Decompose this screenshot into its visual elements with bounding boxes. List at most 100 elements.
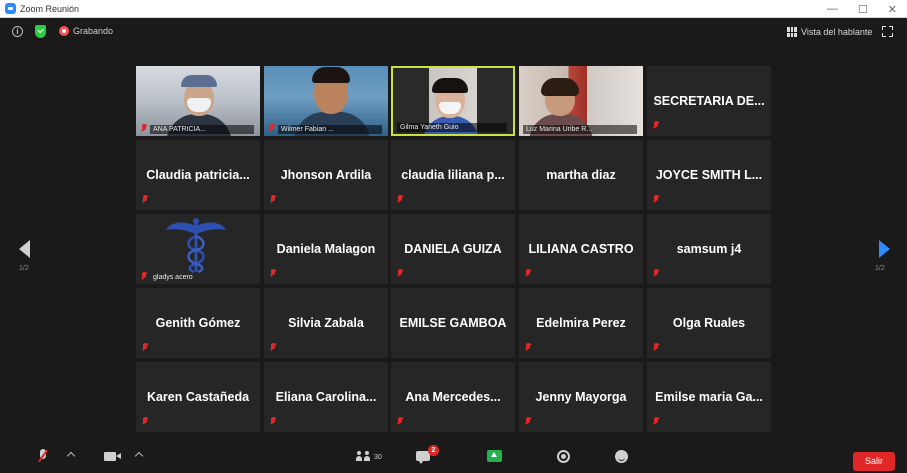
participant-name: Jenny Mayorga (535, 390, 627, 404)
leave-meeting-button[interactable]: Salir (853, 452, 895, 471)
muted-mic-icon (142, 343, 148, 352)
participant-tile[interactable]: Edelmira Perez (519, 288, 643, 358)
previous-page-arrow-icon[interactable] (19, 240, 30, 258)
unmute-microphone-icon[interactable] (37, 449, 49, 465)
reactions-icon[interactable] (615, 450, 628, 463)
participant-tile[interactable]: claudia liliana p... (391, 140, 515, 210)
participant-name: Claudia patricia... (146, 168, 250, 182)
muted-mic-icon (653, 195, 659, 204)
participant-name: Wilmer Fabian ... (278, 125, 382, 134)
participant-tile[interactable]: Karen Castañeda (136, 362, 260, 432)
video-camera-icon[interactable] (104, 452, 121, 461)
muted-mic-icon (653, 269, 659, 278)
participant-tile[interactable]: EMILSE GAMBOA (391, 288, 515, 358)
participant-name: Ana Mercedes... (405, 390, 501, 404)
speaker-view-button[interactable]: Vista del hablante (787, 24, 872, 40)
record-icon[interactable] (557, 450, 570, 463)
recording-label: Grabando (73, 26, 114, 36)
participant-tile[interactable]: Ana Mercedes... (391, 362, 515, 432)
participant-tile[interactable]: Wilmer Fabian ... (264, 66, 388, 136)
participant-name: Edelmira Perez (536, 316, 626, 330)
gallery-view: ANA PATRICIA... Wilmer Fabian ... Gilma … (136, 66, 773, 436)
participant-tile[interactable]: samsum j4 (647, 214, 771, 284)
page-indicator-left: 1/2 (19, 265, 29, 272)
participant-name: Genith Gómez (155, 316, 241, 330)
participant-tile[interactable]: Olga Ruales (647, 288, 771, 358)
muted-mic-icon (142, 417, 148, 426)
muted-mic-icon (653, 343, 659, 352)
muted-mic-icon (397, 417, 403, 426)
maximize-button[interactable]: ☐ (858, 3, 868, 16)
caduceus-logo-icon (166, 218, 226, 274)
participant-name: claudia liliana p... (401, 168, 505, 182)
meeting-topbar: i Grabando Vista del hablante (0, 19, 907, 45)
muted-mic-icon (397, 195, 403, 204)
page-indicator-right: 1/2 (875, 265, 885, 272)
audio-options-chevron-icon[interactable] (66, 451, 76, 461)
minimize-button[interactable]: — (827, 3, 838, 15)
muted-mic-icon (525, 417, 531, 426)
participant-tile[interactable]: Luz Marina Uribe R... (519, 66, 643, 136)
muted-mic-icon (653, 417, 659, 426)
participant-tile[interactable]: Jhonson Ardila (264, 140, 388, 210)
fullscreen-icon[interactable] (882, 26, 893, 37)
next-page-arrow-icon[interactable] (879, 240, 890, 258)
muted-mic-icon (141, 124, 147, 133)
muted-mic-icon (653, 121, 659, 130)
participant-name: Emilse maria Ga... (655, 390, 763, 404)
participant-tile[interactable]: martha diaz (519, 140, 643, 210)
participants-button[interactable]: 30 (356, 451, 382, 461)
muted-mic-icon (397, 269, 403, 278)
chat-unread-badge: 2 (428, 445, 439, 456)
participant-name: Jhonson Ardila (280, 168, 372, 182)
participant-tile[interactable]: Eliana Carolina... (264, 362, 388, 432)
close-button[interactable]: ✕ (888, 3, 897, 16)
share-screen-icon[interactable] (487, 450, 502, 462)
participants-icon (356, 451, 362, 461)
participant-name: samsum j4 (676, 242, 742, 256)
participant-tile[interactable]: ANA PATRICIA... (136, 66, 260, 136)
participant-tile[interactable]: LILIANA CASTRO (519, 214, 643, 284)
security-shield-icon[interactable] (35, 25, 46, 38)
participant-tile[interactable]: SECRETARIA DE... (647, 66, 771, 136)
participant-tile[interactable]: DANIELA GUIZA (391, 214, 515, 284)
muted-mic-icon (525, 343, 531, 352)
participants-icon (364, 451, 370, 461)
recording-icon[interactable] (59, 26, 69, 36)
muted-mic-icon (141, 272, 147, 281)
muted-mic-icon (142, 195, 148, 204)
participant-name: Gilma Yaneth Guio (397, 123, 507, 132)
participant-name: EMILSE GAMBOA (399, 316, 507, 330)
muted-mic-icon (269, 124, 275, 133)
participant-name: martha diaz (546, 168, 616, 182)
participant-name: LILIANA CASTRO (528, 242, 634, 256)
participant-name: SECRETARIA DE... (653, 94, 765, 108)
video-options-chevron-icon[interactable] (134, 451, 144, 461)
participant-tile[interactable]: Genith Gómez (136, 288, 260, 358)
participant-name: ANA PATRICIA... (150, 125, 254, 134)
participant-tile[interactable]: Daniela Malagon (264, 214, 388, 284)
window-title: Zoom Reunión (20, 3, 80, 14)
window-titlebar: Zoom Reunión — ☐ ✕ (0, 0, 907, 18)
participant-tile[interactable]: JOYCE SMITH L... (647, 140, 771, 210)
participant-tile[interactable]: Jenny Mayorga (519, 362, 643, 432)
participant-name: Daniela Malagon (276, 242, 376, 256)
participant-name: DANIELA GUIZA (404, 242, 502, 256)
participant-tile[interactable]: Silvia Zabala (264, 288, 388, 358)
muted-mic-icon (270, 417, 276, 426)
participant-name: Eliana Carolina... (275, 390, 377, 404)
participant-name: Luz Marina Uribe R... (523, 125, 637, 134)
meeting-info-icon[interactable]: i (12, 26, 23, 37)
participant-tile[interactable]: Claudia patricia... (136, 140, 260, 210)
muted-mic-icon (270, 195, 276, 204)
muted-mic-icon (270, 343, 276, 352)
participant-tile-active-speaker[interactable]: Gilma Yaneth Guio (391, 66, 515, 136)
participant-name: Karen Castañeda (146, 390, 250, 404)
muted-mic-icon (270, 269, 276, 278)
window-controls: — ☐ ✕ (827, 0, 897, 18)
participant-name: Olga Ruales (672, 316, 746, 330)
participant-tile[interactable]: gladys acero (136, 214, 260, 284)
meeting-toolbar: 30 2 Salir (0, 442, 907, 473)
participant-tile[interactable]: Emilse maria Ga... (647, 362, 771, 432)
grid-view-icon (787, 27, 797, 37)
